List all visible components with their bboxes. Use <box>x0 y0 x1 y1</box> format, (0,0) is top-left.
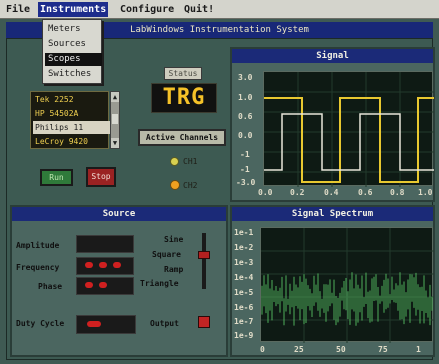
spectrum-plot[interactable] <box>260 227 434 343</box>
spectrum-y-tick: 1e-7 <box>234 317 254 326</box>
scroll-up-icon[interactable]: ▲ <box>111 92 119 102</box>
spectrum-y-tick: 1e-1 <box>234 228 254 237</box>
menu-file[interactable]: File <box>4 2 32 17</box>
signal-plot[interactable] <box>263 71 434 187</box>
waveform-slider-thumb[interactable] <box>198 251 210 259</box>
spectrum-y-tick: 1e-3 <box>234 258 254 267</box>
signal-y-tick: 3.0 <box>238 73 253 82</box>
spectrum-x-tick: 0 <box>260 345 265 354</box>
signal-x-tick: 0.8 <box>390 188 405 197</box>
menu-configure[interactable]: Configure <box>118 2 176 17</box>
waveform-square[interactable]: Square <box>152 250 181 259</box>
phase-control[interactable] <box>76 277 134 295</box>
frequency-control[interactable] <box>76 257 134 275</box>
signal-x-tick: 0.4 <box>324 188 339 197</box>
output-label: Output <box>150 319 179 328</box>
ch2-trace <box>264 113 434 171</box>
waveform-triangle[interactable]: Triangle <box>140 279 179 288</box>
output-toggle[interactable] <box>198 316 210 328</box>
duty-cycle-control[interactable] <box>76 315 136 334</box>
ch1-label: CH1 <box>183 157 198 166</box>
spectrum-y-tick: 1e-5 <box>234 288 254 297</box>
scroll-down-icon[interactable]: ▼ <box>111 138 119 148</box>
frequency-label: Frequency <box>16 263 60 272</box>
menu-item-switches[interactable]: Switches <box>45 68 102 81</box>
signal-x-tick: 0.6 <box>358 188 373 197</box>
stop-button[interactable]: Stop <box>86 167 116 187</box>
list-item[interactable]: Tek 2252 <box>33 93 110 106</box>
spectrum-y-tick: 1e-4 <box>234 273 254 282</box>
status-display: TRG <box>151 83 217 113</box>
signal-x-tick: 0.2 <box>290 188 305 197</box>
spectrum-title: Signal Spectrum <box>232 207 433 221</box>
signal-y-tick: -1 <box>240 165 250 174</box>
waveform-sine[interactable]: Sine <box>164 235 183 244</box>
active-channels-button[interactable]: Active Channels <box>138 129 226 146</box>
spectrum-panel: Signal Spectrum 1e-1 1e-2 1e-3 1e-4 1e-5… <box>230 205 435 357</box>
signal-y-tick: 0.6 <box>238 112 253 121</box>
menu-instruments[interactable]: Instruments <box>38 2 109 17</box>
status-label: Status <box>164 67 202 80</box>
ch2-led-icon[interactable] <box>170 180 180 190</box>
list-scrollbar[interactable]: ▲ ▼ <box>110 91 120 149</box>
instrument-list[interactable]: Tek 2252 HP 54502A Philips 11 LeCroy 942… <box>30 91 110 149</box>
menu-item-meters[interactable]: Meters <box>45 23 102 36</box>
signal-title: Signal <box>232 49 433 63</box>
menu-item-scopes[interactable]: Scopes <box>45 53 102 66</box>
amplitude-control[interactable] <box>76 235 134 253</box>
waveform-ramp[interactable]: Ramp <box>164 265 183 274</box>
spectrum-x-tick: 75 <box>378 345 388 354</box>
spectrum-y-tick: 1e-6 <box>234 303 254 312</box>
spectrum-x-tick: 50 <box>336 345 346 354</box>
spectrum-x-tick: 25 <box>294 345 304 354</box>
spectrum-graph <box>261 228 434 343</box>
ch2-label: CH2 <box>183 181 198 190</box>
signal-x-tick: 1.0 <box>418 188 433 197</box>
spectrum-y-tick: 1e-2 <box>234 243 254 252</box>
signal-y-tick: -1 <box>240 150 250 159</box>
waveform-slider-track[interactable] <box>202 233 206 289</box>
signal-x-tick: 0.0 <box>258 188 273 197</box>
menu-quit[interactable]: Quit! <box>182 2 216 17</box>
signal-graph <box>264 72 434 187</box>
signal-y-tick: 0.0 <box>238 131 253 140</box>
list-item[interactable]: HP 54502A <box>33 107 110 120</box>
instruments-dropdown: Meters Sources Scopes Switches <box>42 19 102 84</box>
source-panel: Source Amplitude Frequency Phase Duty Cy… <box>10 205 228 357</box>
signal-y-tick: 1.0 <box>238 93 253 102</box>
duty-cycle-label: Duty Cycle <box>16 319 65 328</box>
scroll-thumb[interactable] <box>112 114 118 124</box>
screen: File Instruments Configure Quit! Meters … <box>0 0 439 364</box>
spectrum-x-tick: 1 <box>416 345 421 354</box>
menu-item-sources[interactable]: Sources <box>45 38 102 51</box>
list-item-selected[interactable]: Philips 11 <box>33 121 110 134</box>
ch1-led-icon[interactable] <box>170 157 179 166</box>
spectrum-y-tick: 1e-9 <box>234 331 254 340</box>
phase-label: Phase <box>38 282 63 291</box>
source-title: Source <box>12 207 226 221</box>
list-item[interactable]: LeCroy 9420 <box>33 135 110 148</box>
menu-bar: File Instruments Configure Quit! <box>0 0 439 19</box>
amplitude-label: Amplitude <box>16 241 60 250</box>
signal-panel: Signal 3.0 1.0 0.6 0.0 -1 -1 -3.0 0.0 0.… <box>230 47 435 202</box>
run-button[interactable]: Run <box>40 169 73 186</box>
signal-y-tick: -3.0 <box>236 178 256 187</box>
